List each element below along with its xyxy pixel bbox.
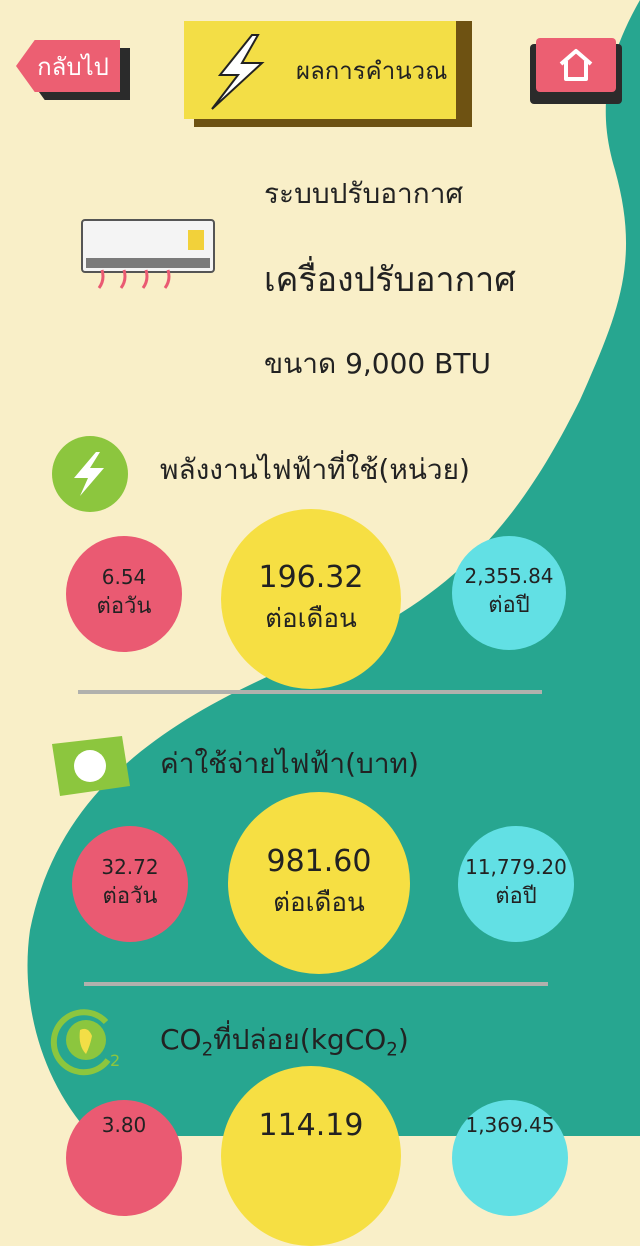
section-divider (78, 690, 542, 694)
energy-per-month: 196.32 ต่อเดือน (221, 509, 401, 689)
co2-icon: 2 (50, 1009, 120, 1076)
section-divider (84, 982, 548, 986)
appliance-name: เครื่องปรับอากาศ (264, 260, 516, 300)
air-conditioner-icon (81, 219, 215, 289)
lightning-icon (211, 34, 265, 110)
energy-per-day: 6.54 ต่อวัน (66, 536, 182, 652)
energy-per-day-label: ต่อวัน (96, 594, 152, 619)
co2-title-prefix: CO (160, 1023, 202, 1056)
co2-per-day-value: 3.80 (101, 1113, 147, 1137)
co2-title-sub: 2 (201, 1039, 214, 1061)
energy-icon (52, 436, 128, 512)
home-icon (559, 49, 593, 81)
co2-title-mid: ที่ปล่อย(kgCO (213, 1023, 387, 1056)
co2-per-year-value: 1,369.45 (465, 1113, 555, 1137)
back-label: กลับไป (16, 40, 120, 92)
home-button[interactable] (530, 38, 622, 104)
co2-section-title: CO2ที่ปล่อย(kgCO2) (160, 1018, 409, 1062)
cost-per-day-label: ต่อวัน (102, 884, 158, 909)
cost-per-year-value: 11,779.20 (465, 855, 567, 879)
page-title: ผลการคำนวณ (296, 57, 448, 85)
cost-per-month-label: ต่อเดือน (273, 888, 365, 918)
appliance-size: ขนาด 9,000 BTU (264, 347, 491, 380)
co2-title-suffix: ) (397, 1023, 409, 1056)
page-title-box: ผลการคำนวณ (184, 21, 472, 127)
energy-per-year: 2,355.84 ต่อปี (452, 536, 566, 650)
cost-per-day: 32.72 ต่อวัน (72, 826, 188, 942)
cost-per-year: 11,779.20 ต่อปี (458, 826, 574, 942)
energy-per-month-value: 196.32 (258, 560, 364, 595)
svg-text:2: 2 (110, 1051, 120, 1070)
co2-title-sub2: 2 (386, 1039, 398, 1061)
back-button[interactable]: กลับไป (16, 40, 130, 100)
energy-per-day-value: 6.54 (101, 565, 147, 589)
appliance-category: ระบบปรับอากาศ (264, 177, 464, 210)
co2-per-year: 1,369.45 (452, 1100, 568, 1216)
energy-per-month-label: ต่อเดือน (265, 604, 357, 634)
energy-per-year-value: 2,355.84 (464, 564, 554, 588)
cost-per-year-label: ต่อปี (495, 884, 537, 909)
co2-per-day: 3.80 (66, 1100, 182, 1216)
co2-per-month-value: 114.19 (258, 1108, 364, 1143)
cost-per-month-value: 981.60 (266, 844, 372, 879)
money-icon (52, 736, 130, 796)
cost-per-day-value: 32.72 (101, 855, 159, 879)
energy-per-year-label: ต่อปี (488, 593, 530, 618)
cost-per-month: 981.60 ต่อเดือน (228, 792, 410, 974)
cost-section-title: ค่าใช้จ่ายไฟฟ้า(บาท) (160, 747, 419, 780)
co2-per-month: 114.19 (221, 1066, 401, 1246)
energy-section-title: พลังงานไฟฟ้าที่ใช้(หน่วย) (160, 453, 470, 486)
